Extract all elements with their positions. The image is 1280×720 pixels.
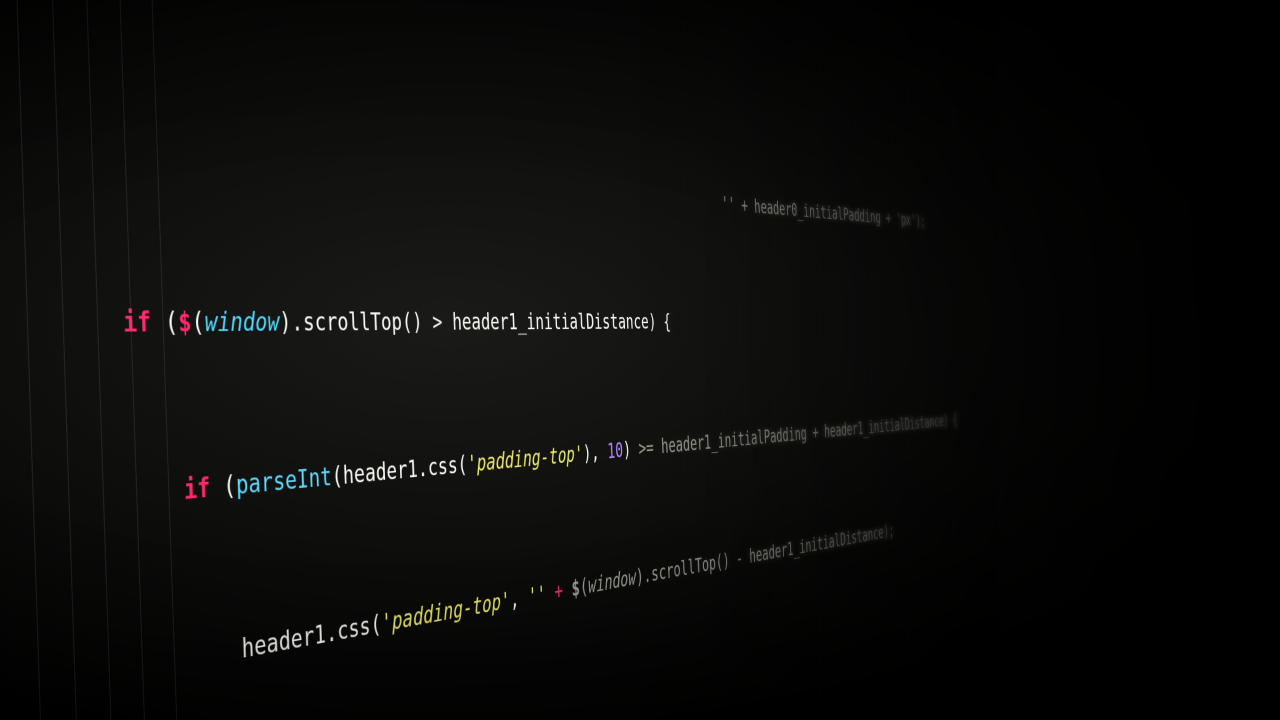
photo-of-screen: '' + header0_initialPadding + 'px'); if … <box>0 0 1280 720</box>
code-line: if (parseInt(header1.css('padding-top'),… <box>8 412 904 530</box>
code-line: if ($(window).scrollTop() > header1_init… <box>2 300 899 346</box>
code-line: header1.css('padding-top', '' + $(window… <box>14 515 908 714</box>
indent-guides <box>0 0 304 720</box>
code-editor-viewport: '' + header0_initialPadding + 'px'); if … <box>0 0 966 720</box>
code-line: '' + header0_initialPadding + 'px'); <box>0 118 895 232</box>
